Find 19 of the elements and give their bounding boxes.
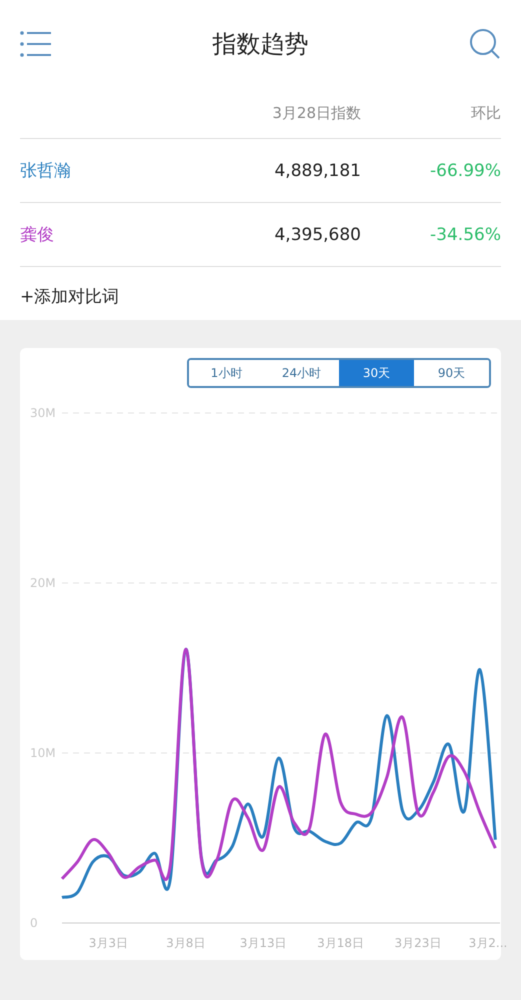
menu-icon[interactable] <box>20 30 52 58</box>
term-name: 张哲瀚 <box>20 160 72 182</box>
search-icon[interactable] <box>469 28 501 60</box>
term-name: 龚俊 <box>20 224 55 246</box>
x-axis-label: 3月8日 <box>166 936 206 950</box>
index-value: 4,889,181 <box>273 160 361 180</box>
range-tab[interactable]: 30天 <box>339 360 414 386</box>
x-axis-label: 3月18日 <box>317 936 364 950</box>
x-axis-label: 3月23日 <box>394 936 442 950</box>
add-term-link[interactable]: +添加对比词 <box>20 267 501 308</box>
change-value: -66.99% <box>429 160 501 180</box>
x-axis-label: 3月13日 <box>240 936 287 950</box>
change-value: -34.56% <box>429 224 501 244</box>
column-header: 3月28日指数 <box>271 104 361 122</box>
column-header: 环比 <box>470 104 501 122</box>
page-title: 指数趋势 <box>212 29 308 60</box>
index-value: 4,395,680 <box>273 224 361 244</box>
x-axis-label: 3月3日 <box>88 936 128 950</box>
x-axis-label: 3月2... <box>468 936 508 950</box>
